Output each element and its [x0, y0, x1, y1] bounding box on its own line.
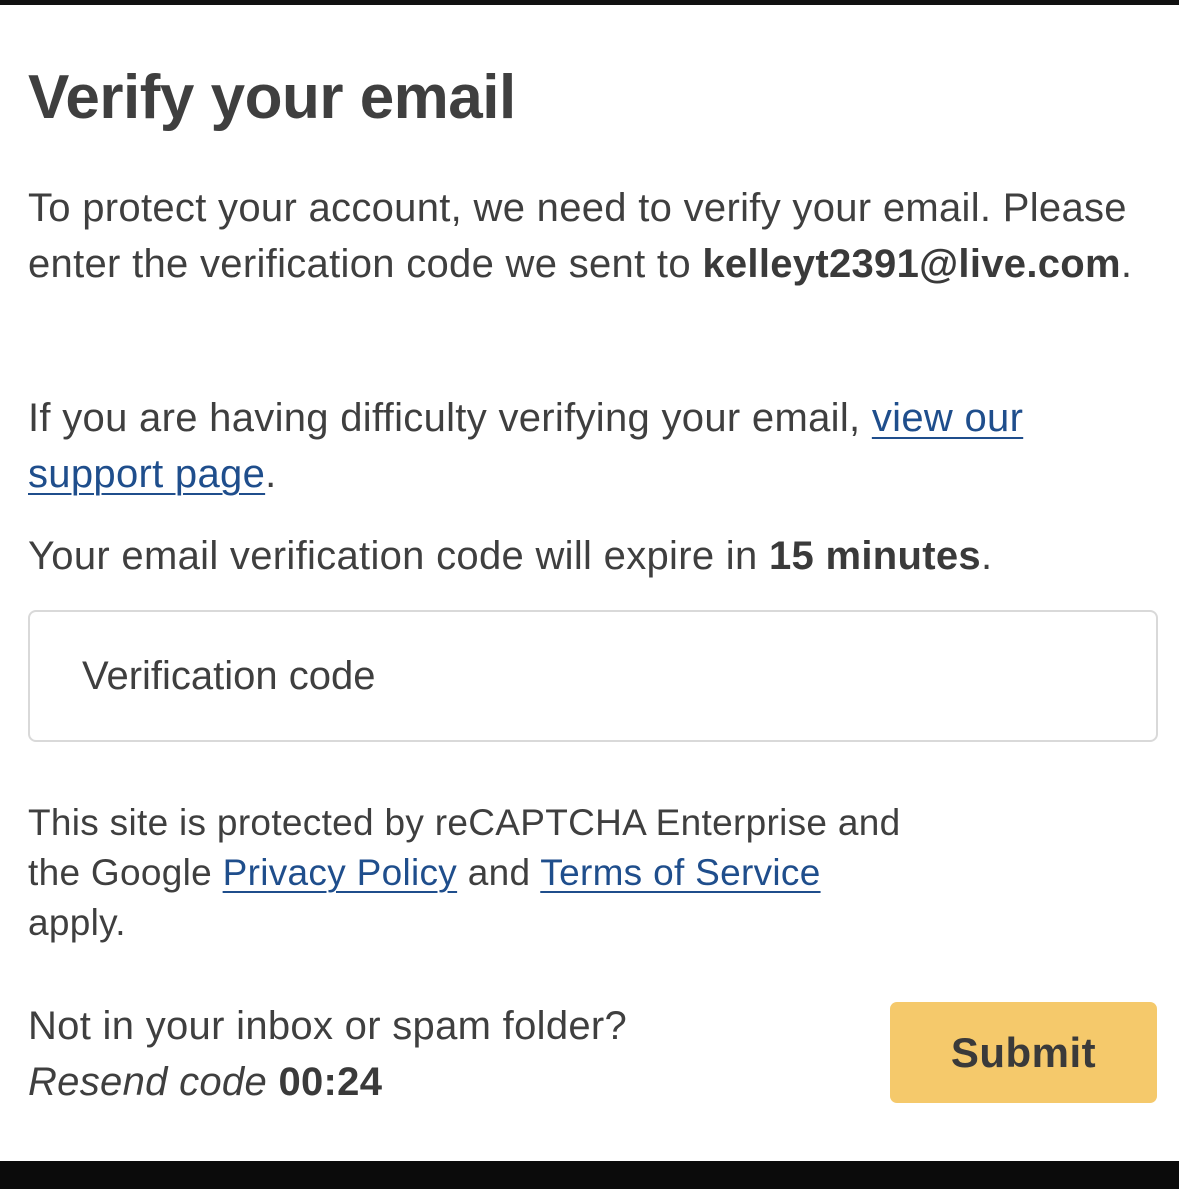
expiry-duration: 15 minutes — [768, 534, 981, 578]
recaptcha-and: and — [467, 852, 531, 893]
support-suffix: . — [265, 452, 277, 496]
expiry-text: Your email verification code will expire… — [28, 528, 1158, 584]
privacy-policy-link[interactable]: Privacy Policy — [223, 852, 457, 893]
verification-code-field[interactable] — [28, 610, 1158, 742]
expiry-suffix: . — [980, 534, 993, 578]
intro-text: To protect your account, we need to veri… — [28, 180, 1158, 292]
page-title: Verify your email — [28, 63, 516, 132]
submit-button[interactable]: Submit — [890, 1002, 1157, 1103]
resend-timer: 00:24 — [278, 1060, 383, 1104]
support-prefix: If you are having difficulty verifying y… — [28, 396, 861, 440]
intro-end: . — [1120, 242, 1133, 286]
expiry-prefix: Your email verification code will expire… — [28, 534, 758, 578]
resend-question: Not in your inbox or spam folder? — [28, 1004, 628, 1048]
resend-code-link[interactable]: Resend code — [28, 1060, 267, 1104]
recaptcha-notice: This site is protected by reCAPTCHA Ente… — [28, 798, 928, 948]
support-text: If you are having difficulty verifying y… — [28, 390, 1158, 502]
user-email: kelleyt2391@live.com — [702, 242, 1121, 286]
resend-section: Not in your inbox or spam folder? Resend … — [28, 998, 627, 1110]
verification-code-input[interactable] — [30, 612, 1156, 740]
bottom-edge-bar — [0, 1161, 1179, 1189]
recaptcha-apply: apply. — [28, 902, 126, 943]
terms-of-service-link[interactable]: Terms of Service — [540, 852, 820, 893]
top-edge-bar — [0, 0, 1179, 5]
